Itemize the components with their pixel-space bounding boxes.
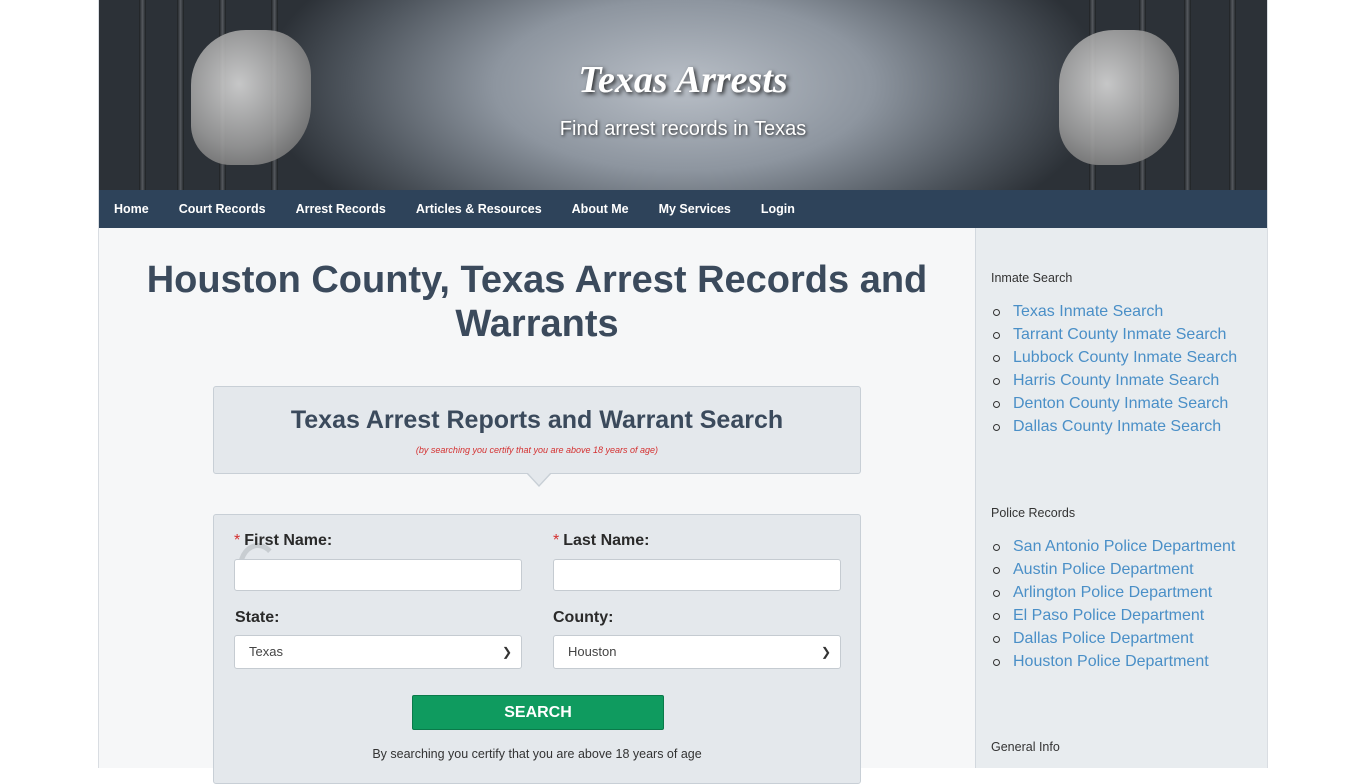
first-name-input[interactable] — [234, 559, 522, 591]
search-title: Texas Arrest Reports and Warrant Search — [290, 406, 784, 434]
certify-text: By searching you certify that you are ab… — [372, 747, 702, 761]
sidebar-link[interactable]: Tarrant County Inmate Search — [992, 323, 1237, 346]
main-nav: Home Court Records Arrest Records Articl… — [99, 190, 1267, 228]
required-mark: * — [234, 532, 241, 549]
sidebar: Inmate Search Texas Inmate Search Tarran… — [975, 228, 1267, 768]
nav-about-me[interactable]: About Me — [557, 190, 644, 228]
inmate-search-list: Texas Inmate Search Tarrant County Inmat… — [992, 300, 1237, 438]
sidebar-link[interactable]: Lubbock County Inmate Search — [992, 346, 1237, 369]
page-title: Houston County, Texas Arrest Records and… — [146, 259, 928, 345]
sidebar-link[interactable]: Dallas County Inmate Search — [992, 415, 1237, 438]
site-subtitle: Find arrest records in Texas — [559, 118, 807, 140]
sidebar-link[interactable]: Arlington Police Department — [992, 581, 1235, 604]
site-title[interactable]: Texas Arrests — [99, 58, 1267, 102]
sidebar-link[interactable]: Denton County Inmate Search — [992, 392, 1237, 415]
last-name-label: * Last Name: — [553, 532, 650, 549]
search-header-box: Texas Arrest Reports and Warrant Search … — [213, 386, 861, 487]
nav-home[interactable]: Home — [99, 190, 164, 228]
sidebar-link[interactable]: Harris County Inmate Search — [992, 369, 1237, 392]
county-selected-value: Houston — [568, 644, 617, 659]
nav-login[interactable]: Login — [746, 190, 810, 228]
callout-arrow — [526, 472, 552, 487]
state-select[interactable]: Texas ❯ — [234, 635, 522, 669]
search-button[interactable]: SEARCH — [412, 695, 664, 730]
chevron-down-icon: ❯ — [501, 645, 512, 659]
sidebar-heading-general-info: General Info — [991, 740, 1060, 754]
nav-arrest-records[interactable]: Arrest Records — [281, 190, 401, 228]
search-age-note: (by searching you certify that you are a… — [415, 445, 659, 455]
state-selected-value: Texas — [249, 644, 283, 659]
required-mark: * — [553, 532, 560, 549]
sidebar-link[interactable]: El Paso Police Department — [992, 604, 1235, 627]
sidebar-link[interactable]: Houston Police Department — [992, 650, 1235, 673]
sidebar-heading-police-records: Police Records — [991, 506, 1076, 520]
nav-court-records[interactable]: Court Records — [164, 190, 281, 228]
chevron-down-icon: ❯ — [820, 645, 831, 659]
police-records-list: San Antonio Police Department Austin Pol… — [992, 535, 1235, 673]
header-banner: Texas Arrests Find arrest records in Tex… — [99, 0, 1267, 190]
sidebar-heading-inmate-search: Inmate Search — [991, 271, 1073, 285]
search-form: * First Name: * Last Name: State: Texas ❯ … — [213, 514, 861, 784]
state-label: State: — [235, 609, 280, 626]
sidebar-link[interactable]: Texas Inmate Search — [992, 300, 1237, 323]
main-content: Houston County, Texas Arrest Records and… — [99, 228, 975, 784]
sidebar-link[interactable]: Dallas Police Department — [992, 627, 1235, 650]
first-name-label: * First Name: — [234, 532, 333, 549]
sidebar-link[interactable]: Austin Police Department — [992, 558, 1235, 581]
sidebar-link[interactable]: San Antonio Police Department — [992, 535, 1235, 558]
last-name-input[interactable] — [553, 559, 841, 591]
county-label: County: — [553, 609, 614, 626]
page-wrapper: Texas Arrests Find arrest records in Tex… — [98, 0, 1268, 784]
nav-my-services[interactable]: My Services — [644, 190, 746, 228]
nav-articles-resources[interactable]: Articles & Resources — [401, 190, 557, 228]
county-select[interactable]: Houston ❯ — [553, 635, 841, 669]
